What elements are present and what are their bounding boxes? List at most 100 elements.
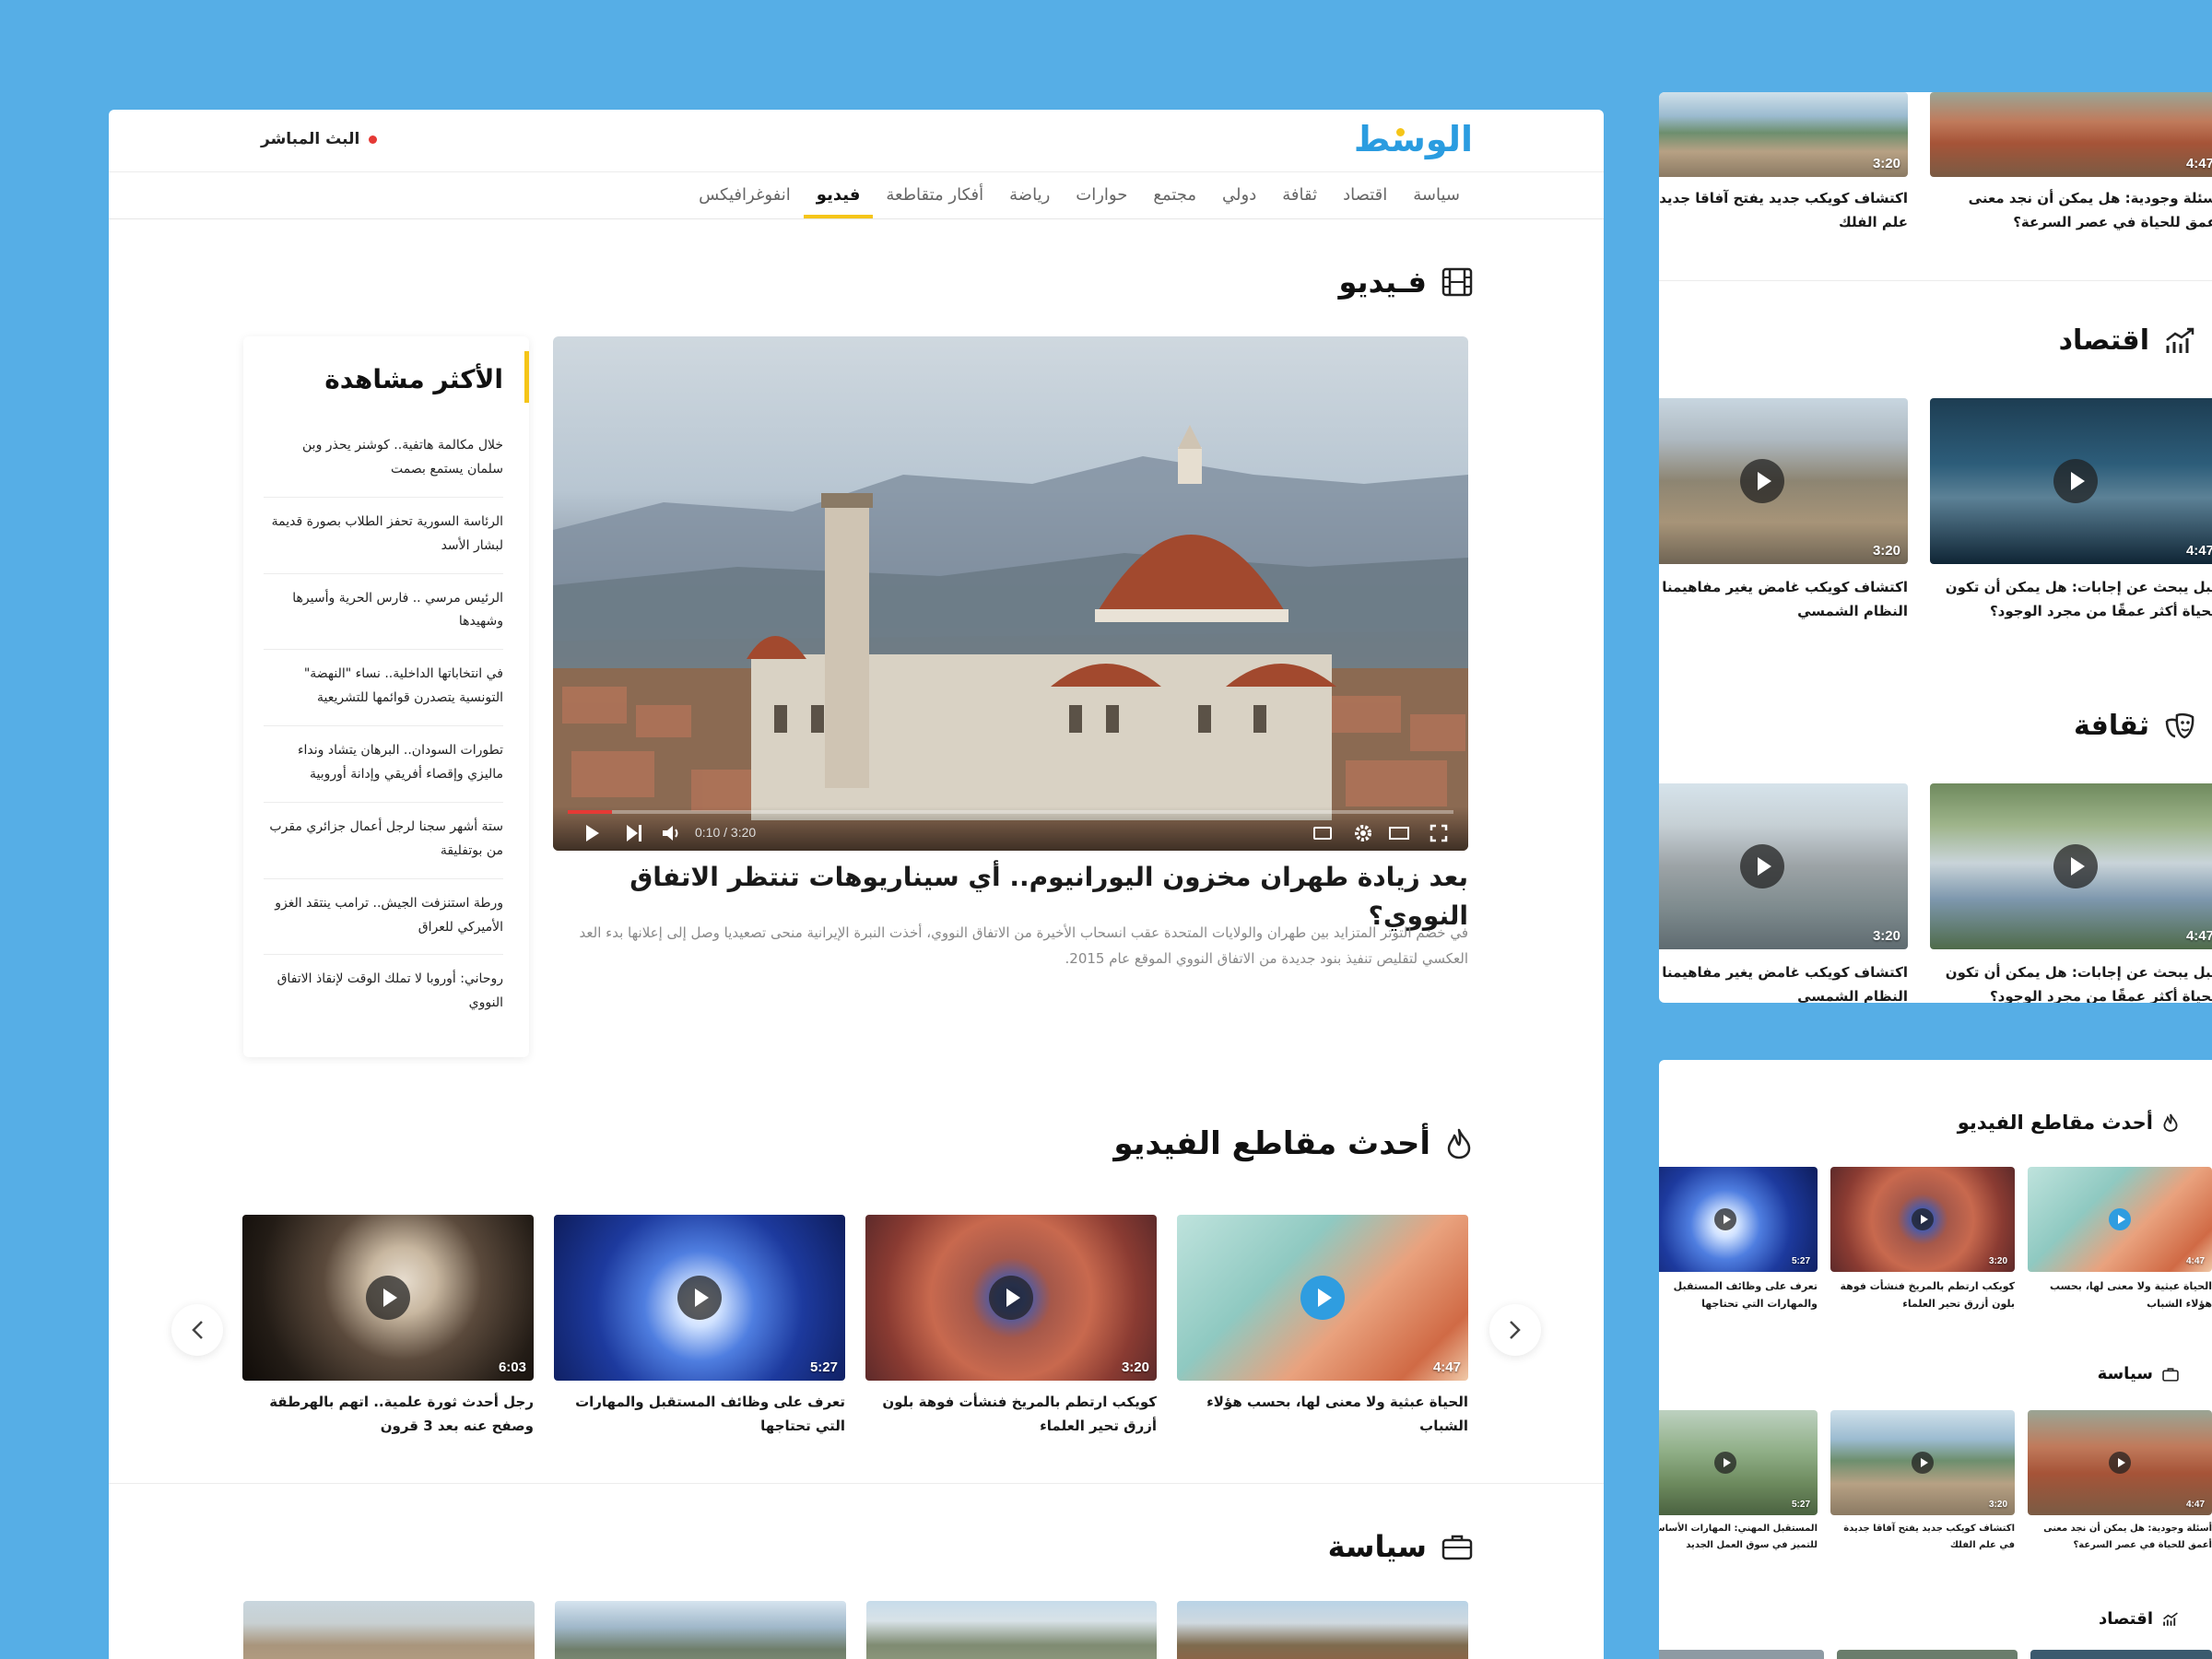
- video-card[interactable]: 5:27 المستقبل المهني: المهارات الأساسية ل…: [1659, 1410, 1818, 1567]
- nav-item[interactable]: فيديو: [803, 172, 874, 218]
- video-card[interactable]: 4:47 جبل يبحث عن إجابات: هل يمكن أن تكون …: [1930, 398, 2212, 638]
- video-caption[interactable]: جبل يبحث عن إجابات: هل يمكن أن تكون الحي…: [1930, 575, 2212, 624]
- video-card[interactable]: 3:20 اكتشاف كويكب غامض يغير مفاهيمنا عن ا…: [1659, 398, 1908, 638]
- video-thumbnail[interactable]: 6:03: [242, 1215, 534, 1381]
- play-icon[interactable]: [2053, 459, 2098, 503]
- most-viewed-item[interactable]: الرئيس مرسي .. فارس الحرية وأسيرها وشهيد…: [264, 574, 503, 651]
- politics-thumb[interactable]: [243, 1601, 535, 1659]
- video-section-header: فـيديو: [1338, 265, 1473, 300]
- video-caption[interactable]: الحياة عبثية ولا معنى لها، بحسب هؤلاء ال…: [2028, 1277, 2212, 1313]
- video-thumbnail[interactable]: 4:47: [2028, 1410, 2212, 1515]
- nav-item[interactable]: سياسة: [1400, 172, 1473, 218]
- live-link[interactable]: البث المباشر: [261, 130, 378, 148]
- video-thumbnail[interactable]: 3:20: [1830, 1167, 2015, 1272]
- nav-item[interactable]: انفوغرافيكس: [686, 172, 804, 218]
- carousel-prev-button[interactable]: [171, 1304, 223, 1356]
- video-caption[interactable]: اكتشاف كويكب غامض يغير مفاهيمنا عن النظا…: [1659, 575, 1908, 624]
- nav-item[interactable]: دولي: [1209, 172, 1269, 218]
- most-viewed-item[interactable]: الرئاسة السورية تحفز الطلاب بصورة قديمة …: [264, 498, 503, 574]
- nav-item[interactable]: رياضة: [996, 172, 1063, 218]
- play-icon[interactable]: [1740, 459, 1784, 503]
- most-viewed-item[interactable]: خلال مكالمة هاتفية.. كوشنر يحذر وبن سلما…: [264, 421, 503, 498]
- politics-thumb[interactable]: [554, 1601, 846, 1659]
- play-icon[interactable]: [1912, 1208, 1934, 1230]
- video-card[interactable]: 3:20 اكتشاف كويكب جديد يفتح آفاقا جديدة ف…: [1830, 1410, 2015, 1567]
- video-thumbnail[interactable]: 3:20: [865, 1215, 1157, 1381]
- video-caption[interactable]: تعرف على وظائف المستقبل والمهارات التي ت…: [1659, 1277, 1818, 1313]
- theater-icon[interactable]: [1389, 827, 1409, 840]
- video-thumbnail[interactable]: 4:47: [1930, 783, 2212, 949]
- main-video-player[interactable]: 0:10 / 3:20: [553, 336, 1468, 851]
- nav-item[interactable]: أفكار متقاطعة: [873, 172, 996, 218]
- nav-item[interactable]: حوارات: [1063, 172, 1140, 218]
- video-caption[interactable]: كويكب ارتطم بالمريخ فنشأت فوهة بلون أزرق…: [1830, 1277, 2016, 1313]
- video-caption[interactable]: جبل يبحث عن إجابات: هل يمكن أن تكون الحي…: [1930, 960, 2212, 1003]
- play-icon[interactable]: [1300, 1276, 1345, 1320]
- most-viewed-item[interactable]: ستة أشهر سجنا لرجل أعمال جزائري مقرب من …: [264, 803, 503, 879]
- video-card[interactable]: 4:47 أسئلة وجودية: هل يمكن أن نجد معنى أع…: [2028, 1410, 2212, 1567]
- video-thumbnail[interactable]: 5:27: [554, 1215, 845, 1381]
- carousel-next-button[interactable]: [1489, 1304, 1541, 1356]
- video-caption[interactable]: اكتشاف كويكب غامض يغير مفاهيمنا عن النظا…: [1659, 960, 1908, 1003]
- video-thumbnail[interactable]: 4:47: [2028, 1167, 2212, 1272]
- most-viewed-item[interactable]: تطورات السودان.. البرهان يتشاد ونداء مال…: [264, 726, 503, 803]
- play-control-icon[interactable]: [586, 825, 599, 841]
- video-caption[interactable]: أسئلة وجودية: هل يمكن أن نجد معنى أعمق ل…: [1930, 186, 2212, 235]
- video-caption[interactable]: أسئلة وجودية: هل يمكن أن نجد معنى أعمق ل…: [2028, 1521, 2212, 1553]
- video-card[interactable]: 5:27 تعرف على وظائف المستقبل والمهارات ال…: [1659, 1167, 1818, 1324]
- video-caption[interactable]: اكتشاف كويكب جديد يفتح آفاقا جديدة في عل…: [1830, 1521, 2015, 1553]
- play-icon[interactable]: [1912, 1452, 1934, 1474]
- play-icon[interactable]: [989, 1276, 1033, 1320]
- progress-track[interactable]: [568, 810, 1453, 814]
- video-thumbnail[interactable]: 4:47: [1930, 398, 2212, 564]
- video-thumbnail[interactable]: 5:27: [1659, 1167, 1818, 1272]
- video-thumbnail[interactable]: 3:20: [1659, 92, 1908, 177]
- most-viewed-item[interactable]: في انتخاباتها الداخلية.. نساء "النهضة" ا…: [264, 650, 503, 727]
- video-caption[interactable]: تعرف على وظائف المستقبل والمهارات التي ت…: [554, 1390, 845, 1439]
- video-caption[interactable]: كويكب ارتطم بالمريخ فنشأت فوهة بلون أزرق…: [865, 1390, 1157, 1439]
- video-caption[interactable]: اكتشاف كويكب جديد يفتح آفاقا جديدة في عل…: [1659, 186, 1908, 235]
- video-thumbnail[interactable]: 5:27: [1659, 1410, 1818, 1515]
- video-caption[interactable]: رجل أحدث ثورة علمية.. اتهم بالهرطقة وصفح…: [242, 1390, 534, 1439]
- video-thumbnail[interactable]: 4:47: [1930, 92, 2212, 177]
- settings-icon[interactable]: [1354, 824, 1372, 842]
- video-card[interactable]: 4:47 الحياة عبثية ولا معنى لها، بحسب هؤلا…: [2028, 1167, 2212, 1324]
- nav-item[interactable]: مجتمع: [1140, 172, 1209, 218]
- most-viewed-item[interactable]: روحاني: أوروبا لا تملك الوقت لإنقاذ الات…: [264, 955, 503, 1030]
- site-logo[interactable]: الوسط: [1354, 119, 1474, 159]
- video-thumbnail[interactable]: 4:47: [1177, 1215, 1468, 1381]
- subtitles-icon[interactable]: [1313, 827, 1332, 840]
- side-latest-title: أحدث مقاطع الفيديو: [1957, 1112, 2153, 1134]
- next-control-icon[interactable]: [627, 825, 641, 841]
- nav-item[interactable]: اقتصاد: [1330, 172, 1400, 218]
- most-viewed-item[interactable]: ورطة استنزفت الجيش.. ترامب ينتقد الغزو ا…: [264, 879, 503, 956]
- video-thumbnail[interactable]: 3:20: [1830, 1410, 2015, 1515]
- video-card[interactable]: 4:47 جبل يبحث عن إجابات: هل يمكن أن تكون …: [1930, 783, 2212, 1003]
- video-thumbnail[interactable]: 3:20: [1659, 398, 1908, 564]
- video-card[interactable]: 3:20 اكتشاف كويكب جديد يفتح آفاقا جديدة ف…: [1659, 92, 1908, 240]
- video-caption[interactable]: المستقبل المهني: المهارات الأساسية للتمي…: [1659, 1521, 1818, 1553]
- play-icon[interactable]: [2053, 844, 2098, 888]
- fullscreen-icon[interactable]: [1430, 824, 1448, 842]
- play-icon[interactable]: [1714, 1452, 1736, 1474]
- video-card[interactable]: 6:03 رجل أحدث ثورة علمية.. اتهم بالهرطقة …: [242, 1215, 534, 1445]
- nav-item[interactable]: ثقافة: [1269, 172, 1330, 218]
- video-card[interactable]: 3:20 كويكب ارتطم بالمريخ فنشأت فوهة بلون …: [1830, 1167, 2015, 1324]
- play-icon[interactable]: [677, 1276, 722, 1320]
- play-icon[interactable]: [366, 1276, 410, 1320]
- play-icon[interactable]: [2109, 1452, 2131, 1474]
- politics-thumb[interactable]: [865, 1601, 1158, 1659]
- video-card[interactable]: 3:20 اكتشاف كويكب غامض يغير مفاهيمنا عن ا…: [1659, 783, 1908, 1003]
- video-caption[interactable]: الحياة عبثية ولا معنى لها، بحسب هؤلاء ال…: [1177, 1390, 1468, 1439]
- play-icon[interactable]: [1740, 844, 1784, 888]
- video-thumbnail[interactable]: 3:20: [1659, 783, 1908, 949]
- video-card[interactable]: 3:20 كويكب ارتطم بالمريخ فنشأت فوهة بلون …: [865, 1215, 1157, 1445]
- video-card[interactable]: 5:27 تعرف على وظائف المستقبل والمهارات ال…: [554, 1215, 845, 1445]
- video-card[interactable]: 4:47 الحياة عبثية ولا معنى لها، بحسب هؤلا…: [1177, 1215, 1468, 1445]
- volume-icon[interactable]: [662, 824, 682, 842]
- video-duration: 3:20: [1872, 156, 1900, 171]
- play-icon[interactable]: [2109, 1208, 2131, 1230]
- politics-thumb[interactable]: [1177, 1601, 1468, 1659]
- video-card[interactable]: 4:47 أسئلة وجودية: هل يمكن أن نجد معنى أع…: [1930, 92, 2212, 240]
- play-icon[interactable]: [1714, 1208, 1736, 1230]
